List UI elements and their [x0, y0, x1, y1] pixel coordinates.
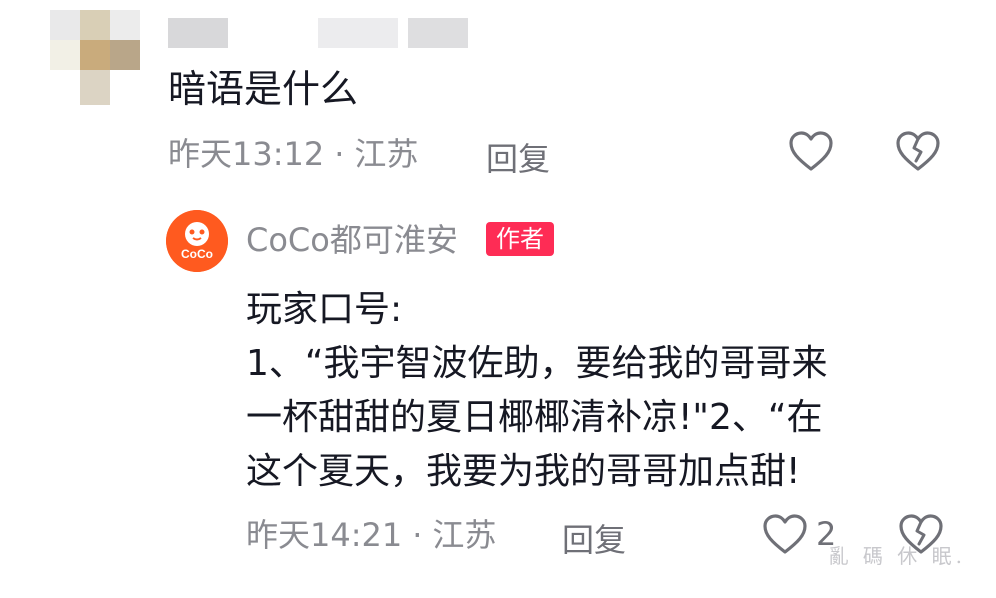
reply-like-button[interactable]	[762, 513, 808, 555]
meta-separator: ·	[412, 516, 423, 554]
blurred-avatar[interactable]	[50, 10, 140, 105]
reply-line: 1、“我宇智波佐助，要给我的哥哥来	[246, 343, 828, 384]
comment-dislike-button[interactable]	[895, 130, 941, 172]
coco-logo-icon: CoCo	[166, 210, 228, 272]
reply-author-name[interactable]: CoCo都可淮安	[246, 218, 458, 262]
reply-text: 玩家口号: 1、“我宇智波佐助，要给我的哥哥来 一杯甜甜的夏日椰椰清补凉!"2、…	[246, 283, 946, 499]
comment-location: 江苏	[354, 135, 419, 173]
reply-location: 江苏	[432, 516, 497, 554]
heart-outline-icon	[788, 130, 834, 172]
comment-like-button[interactable]	[788, 130, 834, 172]
reply-line: 一杯甜甜的夏日椰椰清补凉!"2、“在	[246, 397, 823, 438]
comment-text: 暗语是什么	[168, 67, 359, 111]
reply-time: 昨天14:21	[246, 516, 403, 554]
watermark: 亂 碼 休 眠.	[828, 544, 966, 568]
reply-line: 玩家口号:	[246, 289, 403, 330]
comment-meta: 昨天13:12 · 江苏	[168, 134, 418, 174]
author-badge: 作者	[486, 222, 554, 256]
reply-line: 这个夏天，我要为我的哥哥加点甜!	[246, 451, 801, 492]
meta-separator: ·	[334, 135, 345, 173]
reply-meta: 昨天14:21 · 江苏	[246, 515, 496, 555]
coco-avatar[interactable]: CoCo	[166, 210, 228, 272]
svg-text:CoCo: CoCo	[181, 247, 213, 261]
heart-outline-icon	[762, 513, 808, 555]
broken-heart-icon	[895, 130, 941, 172]
comment-time: 昨天13:12	[168, 135, 325, 173]
blurred-username[interactable]	[168, 18, 478, 52]
reply-reply-button[interactable]: 回复	[562, 515, 626, 561]
comment-reply-button[interactable]: 回复	[486, 134, 550, 180]
